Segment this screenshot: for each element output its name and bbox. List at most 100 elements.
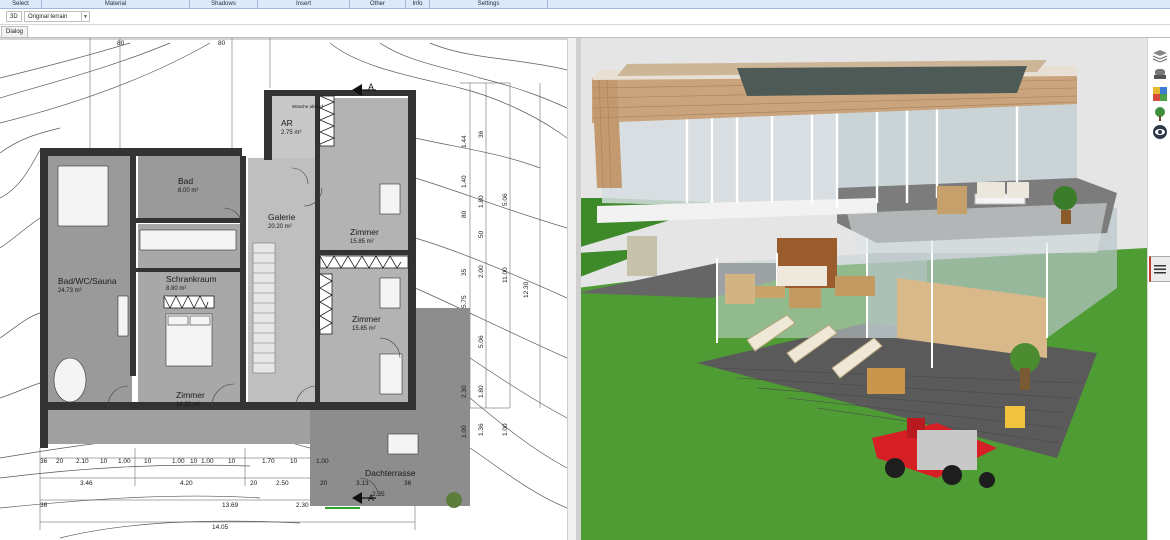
svg-text:1.00: 1.00 (172, 458, 185, 465)
menu-shadows[interactable]: Shadows (190, 0, 258, 9)
cladding-side (592, 78, 622, 188)
svg-text:11.00: 11.00 (502, 267, 509, 283)
panel-handle[interactable] (1149, 256, 1170, 282)
svg-text:1.70: 1.70 (262, 458, 275, 465)
plant-icon[interactable] (1152, 106, 1168, 122)
svg-text:80: 80 (117, 40, 125, 47)
svg-text:A: A (368, 82, 374, 92)
svg-text:14.05: 14.05 (212, 524, 229, 531)
dachterrasse-floor (310, 408, 470, 506)
svg-text:5.06: 5.06 (478, 335, 485, 348)
room-zimmer3-name: Zimmer (176, 390, 205, 400)
svg-text:1.80: 1.80 (478, 385, 485, 398)
svg-text:13.69: 13.69 (222, 502, 239, 509)
svg-text:1.44: 1.44 (461, 135, 468, 148)
menu-info[interactable]: Info (406, 0, 430, 9)
svg-text:10: 10 (144, 458, 152, 465)
room-bad-area: 8.00 m² (178, 188, 198, 194)
3d-scene[interactable] (577, 38, 1147, 540)
svg-text:2.35: 2.35 (372, 491, 385, 498)
3d-view[interactable] (577, 38, 1147, 540)
svg-text:4.20: 4.20 (180, 480, 193, 487)
svg-text:1.40: 1.40 (461, 175, 468, 188)
svg-text:20: 20 (320, 480, 328, 487)
svg-text:80: 80 (461, 210, 468, 218)
menu-other[interactable]: Other (350, 0, 406, 9)
svg-text:80: 80 (218, 40, 226, 47)
staircase (252, 242, 276, 374)
svg-text:5.06: 5.06 (502, 193, 509, 206)
app-window: Select Material Shadows Insert Other Inf… (0, 0, 1170, 540)
menu-material[interactable]: Material (42, 0, 190, 9)
menu-lines-icon (1154, 265, 1166, 274)
tab-row: Dialog (0, 25, 1170, 38)
room-galerie-area: 20.20 m² (268, 224, 292, 230)
room-schrank-name: Schrankraum (166, 274, 217, 284)
menu-settings[interactable]: Settings (430, 0, 548, 9)
terrain-select[interactable]: Original terrain ▼ (24, 11, 90, 22)
plant-symbol (446, 492, 462, 508)
svg-text:2.30: 2.30 (296, 502, 309, 509)
svg-text:10: 10 (100, 458, 108, 465)
room-sauna-area: 24.73 m² (58, 288, 82, 294)
terrace-side-floor (415, 308, 470, 418)
svg-text:1.00: 1.00 (316, 458, 329, 465)
furniture-icon[interactable] (1152, 66, 1168, 82)
room-zimmer1-name: Zimmer (350, 227, 379, 237)
svg-text:36: 36 (40, 458, 48, 465)
floor-plan-view[interactable]: A A AR 2.75 m² Wäsche abwurf Bad 8.00 m²… (0, 38, 567, 540)
svg-text:20: 20 (56, 458, 64, 465)
washer-label: Wäsche abwurf (292, 104, 324, 109)
menu-bar-filler (548, 0, 1170, 8)
room-sauna-name: Bad/WC/Sauna (58, 276, 117, 286)
room-ar-area: 2.75 m² (281, 130, 301, 136)
svg-text:1.80: 1.80 (478, 195, 485, 208)
svg-text:1.36: 1.36 (478, 423, 485, 436)
menu-bar: Select Material Shadows Insert Other Inf… (0, 0, 1170, 9)
roof-skylight (737, 66, 1027, 96)
svg-text:35: 35 (461, 268, 468, 276)
svg-text:10: 10 (228, 458, 236, 465)
svg-text:12.30: 12.30 (523, 281, 530, 298)
svg-text:1.00: 1.00 (461, 425, 468, 438)
room-bad-name: Bad (178, 176, 193, 186)
svg-text:1.00: 1.00 (118, 458, 131, 465)
floor-plan-canvas[interactable]: A A AR 2.75 m² Wäsche abwurf Bad 8.00 m²… (0, 38, 567, 540)
room-galerie-name: Galerie (268, 212, 296, 222)
svg-text:2.50: 2.50 (276, 480, 289, 487)
svg-text:3.13: 3.13 (356, 480, 369, 487)
svg-text:2.00: 2.00 (478, 265, 485, 278)
view-mode-select[interactable]: 3D (6, 11, 22, 22)
room-terrace-name: Dachterrasse (365, 468, 416, 478)
room-schrank-area: 8.80 m² (166, 286, 186, 292)
tab-dialog[interactable]: Dialog (1, 26, 29, 37)
chevron-down-icon[interactable]: ▼ (81, 12, 89, 21)
layers-icon[interactable] (1152, 48, 1168, 64)
svg-text:1.00: 1.00 (201, 458, 214, 465)
panel-splitter[interactable] (567, 38, 577, 540)
svg-text:36: 36 (404, 480, 412, 487)
terrain-select-value: Original terrain (28, 14, 68, 20)
svg-text:2.30: 2.30 (461, 385, 468, 398)
svg-text:36: 36 (40, 502, 48, 509)
room-ar-name: AR (281, 118, 293, 128)
materials-icon[interactable] (1152, 86, 1168, 102)
room-zimmer2-area: 15.85 m² (352, 326, 376, 332)
svg-text:50: 50 (478, 230, 485, 238)
svg-text:2.10: 2.10 (76, 458, 89, 465)
view-toolbar: 3D Original terrain ▼ (0, 9, 1170, 25)
svg-text:3.46: 3.46 (80, 480, 93, 487)
room-zimmer2-name: Zimmer (352, 314, 381, 324)
svg-text:1.00: 1.00 (502, 423, 509, 436)
svg-text:36: 36 (478, 130, 485, 138)
viewport-edge (577, 38, 581, 540)
room-zimmer1-area: 15.85 m² (350, 239, 374, 245)
menu-insert[interactable]: Insert (258, 0, 350, 9)
svg-text:5.75: 5.75 (461, 295, 468, 308)
svg-text:10: 10 (190, 458, 198, 465)
room-zimmer3-area: 14.32 m² (176, 402, 200, 408)
menu-select[interactable]: Select (0, 0, 42, 9)
svg-text:20: 20 (250, 480, 258, 487)
svg-text:10: 10 (290, 458, 298, 465)
eye-icon[interactable] (1152, 124, 1168, 140)
